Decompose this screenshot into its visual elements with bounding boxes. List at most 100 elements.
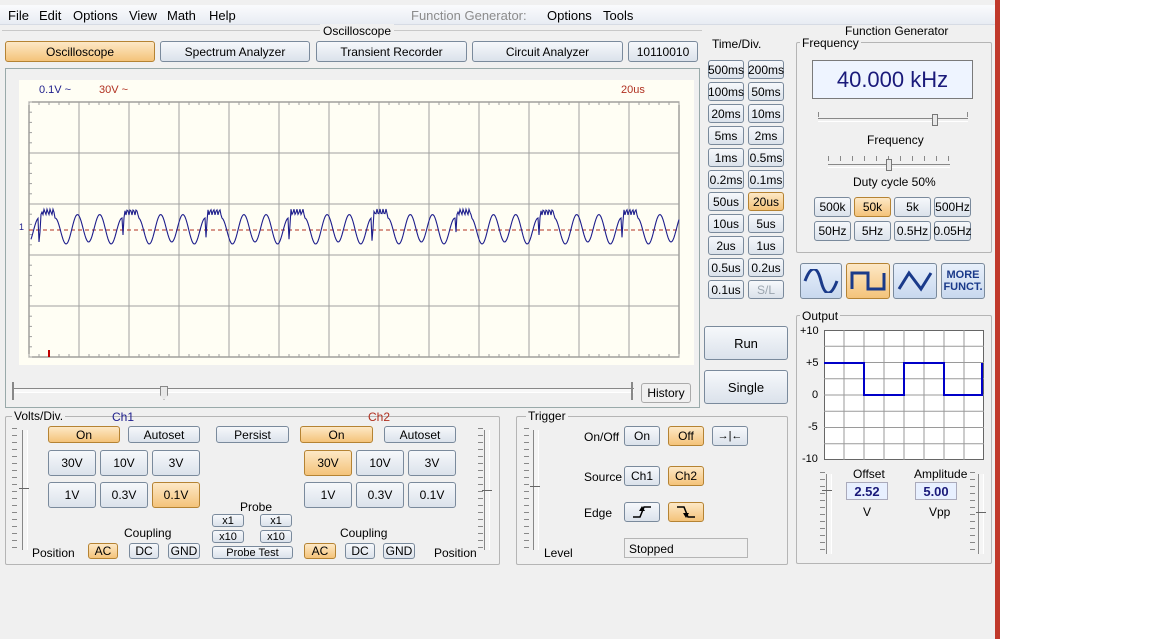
menu-options[interactable]: Options <box>73 8 118 23</box>
timediv-button-10ms[interactable]: 10ms <box>748 104 784 123</box>
ch2-volts-30v[interactable]: 30V <box>304 450 352 476</box>
trigger-edge-rising[interactable] <box>624 502 660 522</box>
tab-spectrum-analyzer[interactable]: Spectrum Analyzer <box>160 41 310 62</box>
history-slider[interactable] <box>12 382 634 400</box>
timediv-button-0.1ms[interactable]: 0.1ms <box>748 170 784 189</box>
timediv-button-0.1us[interactable]: 0.1us <box>708 280 744 299</box>
menu-fg-tools[interactable]: Tools <box>603 8 633 23</box>
ch2-probe-x10[interactable]: x10 <box>260 530 292 543</box>
ch1-autoset-button[interactable]: Autoset <box>128 426 200 443</box>
trigger-center-button[interactable]: →|← <box>712 426 748 446</box>
timediv-button-10us[interactable]: 10us <box>708 214 744 233</box>
timediv-button-0.5us[interactable]: 0.5us <box>708 258 744 277</box>
fg-range-button-500hz[interactable]: 500Hz <box>934 197 971 217</box>
ch2-coupling-dc[interactable]: DC <box>345 543 375 559</box>
timediv-button-0.5ms[interactable]: 0.5ms <box>748 148 784 167</box>
menu-file[interactable]: File <box>8 8 29 23</box>
sine-wave-icon <box>803 269 839 293</box>
trigger-on-button[interactable]: On <box>624 426 660 446</box>
trigger-source-ch2[interactable]: Ch2 <box>668 466 704 486</box>
duty-slider-thumb[interactable] <box>886 159 892 171</box>
square-wave-button[interactable] <box>846 263 890 299</box>
ch2-volts-0.3v[interactable]: 0.3V <box>356 482 404 508</box>
persist-button[interactable]: Persist <box>216 426 289 443</box>
timediv-button-5us[interactable]: 5us <box>748 214 784 233</box>
ch2-coupling-ac[interactable]: AC <box>304 543 336 559</box>
history-button[interactable]: History <box>641 383 691 403</box>
ch2-probe-x1[interactable]: x1 <box>260 514 292 527</box>
menu-math[interactable]: Math <box>167 8 196 23</box>
timediv-button-50ms[interactable]: 50ms <box>748 82 784 101</box>
fg-range-button-5hz[interactable]: 5Hz <box>854 221 891 241</box>
ch1-coupling-dc[interactable]: DC <box>129 543 159 559</box>
amplitude-slider-thumb[interactable] <box>976 512 986 518</box>
offset-slider[interactable] <box>826 474 832 554</box>
timediv-button-0.2ms[interactable]: 0.2ms <box>708 170 744 189</box>
run-button[interactable]: Run <box>704 326 788 360</box>
timediv-button-50us[interactable]: 50us <box>708 192 744 211</box>
history-slider-thumb[interactable] <box>160 386 168 400</box>
timediv-button-500ms[interactable]: 500ms <box>708 60 744 79</box>
ch2-volts-0.1v[interactable]: 0.1V <box>408 482 456 508</box>
timediv-button-2us[interactable]: 2us <box>708 236 744 255</box>
ch2-volts-3v[interactable]: 3V <box>408 450 456 476</box>
ch1-volts-30v[interactable]: 30V <box>48 450 96 476</box>
timediv-button-1ms[interactable]: 1ms <box>708 148 744 167</box>
ch1-volts-3v[interactable]: 3V <box>152 450 200 476</box>
ch1-coupling-gnd[interactable]: GND <box>168 543 200 559</box>
ch1-volts-0.3v[interactable]: 0.3V <box>100 482 148 508</box>
ch2-volts-10v[interactable]: 10V <box>356 450 404 476</box>
ch1-coupling-ac[interactable]: AC <box>88 543 118 559</box>
ch1-volts-0.1v[interactable]: 0.1V <box>152 482 200 508</box>
ch2-on-button[interactable]: On <box>300 426 373 443</box>
tab-transient-recorder[interactable]: Transient Recorder <box>316 41 467 62</box>
trigger-source-ch1[interactable]: Ch1 <box>624 466 660 486</box>
menu-help[interactable]: Help <box>209 8 236 23</box>
timediv-button-2ms[interactable]: 2ms <box>748 126 784 145</box>
tab-oscilloscope[interactable]: Oscilloscope <box>5 41 155 62</box>
menu-edit[interactable]: Edit <box>39 8 61 23</box>
trigger-off-button[interactable]: Off <box>668 426 704 446</box>
fg-range-button-0.5hz[interactable]: 0.5Hz <box>894 221 931 241</box>
probe-test-button[interactable]: Probe Test <box>212 546 293 559</box>
ch1-volts-1v[interactable]: 1V <box>48 482 96 508</box>
ch2-autoset-button[interactable]: Autoset <box>384 426 456 443</box>
timediv-button-1us[interactable]: 1us <box>748 236 784 255</box>
trigger-edge-falling[interactable] <box>668 502 704 522</box>
ch1-probe-x1[interactable]: x1 <box>212 514 244 527</box>
fg-range-button-0.05hz[interactable]: 0.05Hz <box>933 221 972 241</box>
menu-fg-options[interactable]: Options <box>547 8 592 23</box>
frequency-fine-slider[interactable] <box>818 112 968 128</box>
timediv-button-100ms[interactable]: 100ms <box>708 82 744 101</box>
trigger-level-thumb[interactable] <box>530 486 540 492</box>
ch2-coupling-gnd[interactable]: GND <box>383 543 415 559</box>
triangle-wave-button[interactable] <box>893 263 937 299</box>
offset-value[interactable]: 2.52 <box>846 482 888 500</box>
ch1-position-thumb[interactable] <box>19 488 29 494</box>
menu-view[interactable]: View <box>129 8 157 23</box>
ch2-position-thumb[interactable] <box>482 490 492 496</box>
offset-slider-thumb[interactable] <box>822 490 832 496</box>
fg-range-button-500k[interactable]: 500k <box>814 197 851 217</box>
ch1-volts-10v[interactable]: 10V <box>100 450 148 476</box>
tab-binary[interactable]: 10110010 <box>628 41 698 62</box>
frequency-slider-thumb[interactable] <box>932 114 938 126</box>
tab-circuit-analyzer[interactable]: Circuit Analyzer <box>472 41 623 62</box>
ch2-volts-1v[interactable]: 1V <box>304 482 352 508</box>
timediv-button-s-l[interactable]: S/L <box>748 280 784 299</box>
fg-range-button-5k[interactable]: 5k <box>894 197 931 217</box>
more-functions-button[interactable]: MORE FUNCT. <box>941 263 985 299</box>
timediv-button-20us[interactable]: 20us <box>748 192 784 211</box>
timediv-button-200ms[interactable]: 200ms <box>748 60 784 79</box>
ch1-probe-x10[interactable]: x10 <box>212 530 244 543</box>
duty-cycle-slider[interactable] <box>828 156 950 172</box>
timediv-button-0.2us[interactable]: 0.2us <box>748 258 784 277</box>
sine-wave-button[interactable] <box>800 263 842 299</box>
single-button[interactable]: Single <box>704 370 788 404</box>
ch1-on-button[interactable]: On <box>48 426 120 443</box>
timediv-button-20ms[interactable]: 20ms <box>708 104 744 123</box>
amplitude-value[interactable]: 5.00 <box>915 482 957 500</box>
fg-range-button-50hz[interactable]: 50Hz <box>814 221 851 241</box>
timediv-button-5ms[interactable]: 5ms <box>708 126 744 145</box>
fg-range-button-50k[interactable]: 50k <box>854 197 891 217</box>
